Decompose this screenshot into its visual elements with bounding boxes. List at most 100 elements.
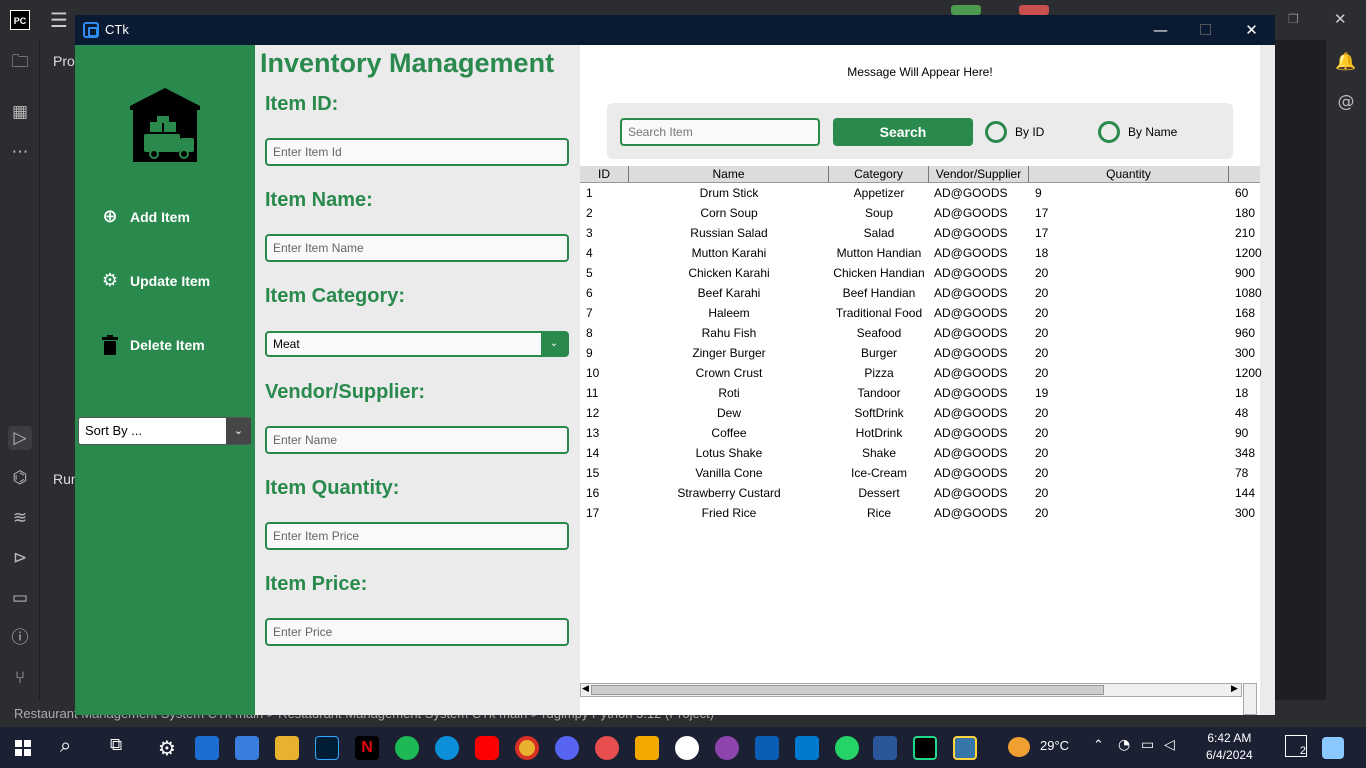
item-id-input[interactable]: Enter Item Id <box>265 138 569 166</box>
store-icon[interactable] <box>235 736 259 760</box>
stop-icon[interactable] <box>1019 5 1049 15</box>
folder-icon[interactable]: 🗀 <box>8 50 32 74</box>
table-row[interactable]: 8 Rahu Fish Seafood AD@GOODS 20 960 <box>580 323 1260 343</box>
search-input[interactable]: Search Item <box>620 118 820 146</box>
notifications-icon[interactable]: 🔔 <box>1334 50 1358 74</box>
word-icon[interactable] <box>873 736 897 760</box>
chevron-down-icon[interactable]: ⌄ <box>226 418 251 444</box>
notification-center-icon[interactable]: 2 <box>1285 735 1307 757</box>
file-explorer-icon[interactable] <box>275 736 299 760</box>
table-row[interactable]: 7 Haleem Traditional Food AD@GOODS 20 168 <box>580 303 1260 323</box>
update-item-button[interactable]: ⚙ Update Item <box>100 266 250 296</box>
scroll-right-icon[interactable]: ▶ <box>1231 684 1238 694</box>
tools-icon[interactable] <box>635 736 659 760</box>
settings-icon[interactable]: ⚙ <box>155 736 179 760</box>
python-console-icon[interactable]: ⌬ <box>8 466 32 490</box>
python-icon[interactable] <box>953 736 977 760</box>
table-row[interactable]: 9 Zinger Burger Burger AD@GOODS 20 300 <box>580 343 1260 363</box>
vscode-icon[interactable] <box>795 736 819 760</box>
clock[interactable]: 6:42 AM 6/4/2024 <box>1206 730 1253 764</box>
search-button[interactable]: Search <box>833 118 973 146</box>
run-config-icon[interactable] <box>951 5 981 15</box>
scroll-thumb[interactable] <box>591 685 1104 695</box>
ai-assistant-icon[interactable]: @ <box>1334 90 1358 114</box>
column-header-vendor[interactable]: Vendor/Supplier <box>929 166 1029 183</box>
table-row[interactable]: 11 Roti Tandoor AD@GOODS 19 18 <box>580 383 1260 403</box>
cell-category: Traditional Food <box>835 306 923 320</box>
sort-by-dropdown[interactable]: Sort By ... ⌄ <box>78 417 251 445</box>
windows-start-icon[interactable] <box>15 740 31 756</box>
vertical-scrollbar[interactable] <box>1243 683 1257 715</box>
item-price-input[interactable]: Enter Price <box>265 618 569 646</box>
maximize-button[interactable]: ☐ <box>1183 15 1228 45</box>
edge-icon[interactable] <box>435 736 459 760</box>
table-row[interactable]: 3 Russian Salad Salad AD@GOODS 17 210 <box>580 223 1260 243</box>
close-button[interactable]: ✕ <box>1229 15 1274 45</box>
item-name-input[interactable]: Enter Item Name <box>265 234 569 262</box>
title-bar[interactable]: CTk — ☐ ✕ <box>75 15 1275 45</box>
photoshop-icon[interactable] <box>315 736 339 760</box>
table-row[interactable]: 12 Dew SoftDrink AD@GOODS 20 48 <box>580 403 1260 423</box>
search-icon[interactable]: ⌕ <box>60 733 71 757</box>
table-row[interactable]: 16 Strawberry Custard Dessert AD@GOODS 20 144 <box>580 483 1260 503</box>
spotify-icon[interactable] <box>395 736 419 760</box>
table-row[interactable]: 14 Lotus Shake Shake AD@GOODS 20 348 <box>580 443 1260 463</box>
vendor-input[interactable]: Enter Name <box>265 426 569 454</box>
git-icon[interactable]: ⑂ <box>8 666 32 690</box>
column-header-name[interactable]: Name <box>629 166 829 183</box>
table-row[interactable]: 4 Mutton Karahi Mutton Handian AD@GOODS 18 12… <box>580 243 1262 263</box>
table-row[interactable]: 17 Fried Rice Rice AD@GOODS 20 300 <box>580 503 1260 523</box>
problems-icon[interactable]: ⓘ <box>8 626 32 650</box>
github-desktop-icon[interactable] <box>715 736 739 760</box>
column-header-quantity[interactable]: Quantity <box>1029 166 1229 183</box>
youtube-icon[interactable] <box>475 736 499 760</box>
table-row[interactable]: 15 Vanilla Cone Ice-Cream AD@GOODS 20 78 <box>580 463 1260 483</box>
discord-icon[interactable] <box>555 736 579 760</box>
ide-restore-icon[interactable]: ❐ <box>1288 12 1299 26</box>
chevron-up-icon[interactable]: ⌃ <box>1093 738 1104 753</box>
wifi-icon[interactable]: ◔ <box>1118 737 1130 753</box>
item-quantity-input[interactable]: Enter Item Price <box>265 522 569 550</box>
table-row[interactable]: 2 Corn Soup Soup AD@GOODS 17 180 <box>580 203 1260 223</box>
github-icon[interactable] <box>675 736 699 760</box>
minimize-button[interactable]: — <box>1138 15 1183 45</box>
table-row[interactable]: 6 Beef Karahi Beef Handian AD@GOODS 20 1080 <box>580 283 1262 303</box>
project-label[interactable]: Pro <box>53 53 75 69</box>
add-item-button[interactable]: ⊕ Add Item <box>100 202 250 232</box>
whatsapp-icon[interactable] <box>835 736 859 760</box>
battery-icon[interactable]: ▭ <box>1141 737 1154 753</box>
services-icon[interactable]: ⊳ <box>8 546 32 570</box>
app-icon[interactable] <box>595 736 619 760</box>
run-tool-icon[interactable]: ▷ <box>8 426 32 450</box>
hamburger-menu-icon[interactable]: ☰ <box>50 8 68 32</box>
mail-icon[interactable] <box>195 736 219 760</box>
temperature-text[interactable]: 29°C <box>1040 738 1069 753</box>
chevron-down-icon[interactable]: ⌄ <box>541 333 567 355</box>
cell-category: Ice-Cream <box>850 466 907 480</box>
horizontal-scrollbar[interactable]: ◀ ▶ <box>580 683 1242 697</box>
layers-icon[interactable]: ≋ <box>8 506 32 530</box>
table-row[interactable]: 5 Chicken Karahi Chicken Handian AD@GOODS 20… <box>580 263 1260 283</box>
more-icon[interactable]: ⋯ <box>8 140 32 164</box>
item-category-dropdown[interactable]: Meat ⌄ <box>265 331 569 357</box>
radio-by-name[interactable]: By Name <box>1098 120 1177 144</box>
netflix-icon[interactable]: N <box>355 736 379 760</box>
table-row[interactable]: 10 Crown Crust Pizza AD@GOODS 20 1200 <box>580 363 1262 383</box>
delete-item-button[interactable]: Delete Item <box>100 330 250 360</box>
app-icon-2[interactable] <box>755 736 779 760</box>
column-header-category[interactable]: Category <box>829 166 929 183</box>
ide-close-icon[interactable]: ✕ <box>1334 10 1347 28</box>
terminal-icon[interactable]: ▭ <box>8 586 32 610</box>
table-row[interactable]: 13 Coffee HotDrink AD@GOODS 20 90 <box>580 423 1260 443</box>
chrome-icon[interactable] <box>515 736 539 760</box>
weather-icon[interactable] <box>1008 737 1030 757</box>
task-view-icon[interactable]: ⧉ <box>110 735 122 755</box>
copilot-icon[interactable] <box>1322 737 1344 759</box>
pycharm-icon[interactable] <box>913 736 937 760</box>
speaker-icon[interactable]: ◁ <box>1164 737 1175 753</box>
radio-by-id[interactable]: By ID <box>985 120 1044 144</box>
column-header-id[interactable]: ID <box>580 166 629 183</box>
table-row[interactable]: 1 Drum Stick Appetizer AD@GOODS 9 60 <box>580 183 1260 203</box>
structure-icon[interactable]: ▦ <box>8 100 32 124</box>
scroll-left-icon[interactable]: ◀ <box>582 684 589 694</box>
